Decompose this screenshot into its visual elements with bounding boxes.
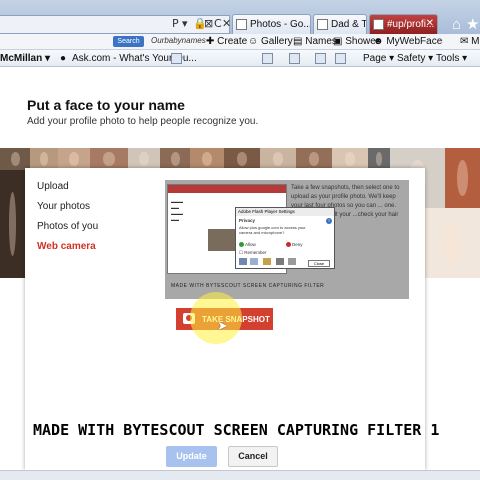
google-plus-favicon-icon [373,19,384,30]
mosaic-photo [58,148,90,170]
tools-menu[interactable]: Tools ▾ [436,53,467,64]
preview-sidebar: ▬▬▬ ▬▬ ▬▬▬ ▬▬ [171,199,183,222]
flash-settings-dialog: Adobe Flash Player Settings Privacy ? Al… [235,207,335,269]
search-dropdown-icon[interactable]: P [172,17,179,30]
mosaic-photo [160,148,190,170]
fav-label: Gallery [261,36,293,47]
allow-label: Allow [245,242,256,247]
command-bar: McMillan ▾ ● Ask.com - What's Your Qu...… [0,50,480,67]
page-favicon-icon [317,19,328,30]
address-bar[interactable]: P ▾ 🔒 ⊠ C ✕ [0,15,231,34]
page-menu[interactable]: Page ▾ [363,53,394,64]
mosaic-photo [0,170,25,278]
favorites-bar: Search Ourbabynames ✚ Create ☺ Gallery ▤… [0,34,480,50]
flash-title: Adobe Flash Player Settings [236,208,334,216]
deny-radio[interactable]: Deny [286,242,303,248]
remember-label: Remember [244,250,267,255]
privacy-icon[interactable] [250,258,258,265]
mosaic-photo [445,148,480,208]
fav-label: M [471,36,480,47]
watermark-text: MADE WITH BYTESCOUT SCREEN CAPTURING FIL… [33,421,440,439]
profile-dropdown[interactable]: McMillan ▾ [0,53,50,64]
mosaic-photo [128,148,160,170]
preview-watermark: MADE WITH BYTESCOUT SCREEN CAPTURING FIL… [171,283,325,289]
mosaic-photo [332,148,368,170]
mosaic-photo [368,148,390,170]
fav-names[interactable]: ▤ Names [293,36,337,47]
flash-close-button[interactable]: Close [308,260,330,267]
nav-upload[interactable]: Upload [37,181,69,192]
fav-m[interactable]: ✉ M [460,36,480,47]
search-button[interactable]: Search [113,36,144,47]
storage-icon[interactable] [263,258,271,265]
ask-favicon-icon: ● [60,53,67,64]
monitor-icon[interactable] [239,258,247,265]
feeds-icon[interactable] [289,53,300,64]
fav-mywebface[interactable]: ☻ MyWebFace [373,36,442,47]
page-title: Put a face to your name [27,97,185,113]
page-subtitle: Add your profile photo to help people re… [27,116,259,127]
close-tab-icon[interactable]: ✕ [426,18,434,29]
stop-icon[interactable]: ✕ [222,17,231,30]
microphone-icon[interactable] [276,258,284,265]
cursor-highlight [190,292,242,344]
allow-icon [239,242,244,248]
google-favicon-icon [236,19,247,30]
tab-dad-tere[interactable]: Dad & Tere... [313,14,367,34]
mosaic-photo [224,148,260,170]
mosaic-photo [190,148,224,170]
nav-photos-of-you[interactable]: Photos of you [37,221,98,232]
mosaic-photo [90,148,128,170]
safety-menu[interactable]: Safety ▾ [397,53,433,64]
tab-profile[interactable]: #up/profi... ✕ [369,14,438,34]
toolbar-logo: Ourbabynames [151,36,206,45]
mosaic-photo [0,148,30,170]
home-small-icon[interactable] [262,53,273,64]
remember-checkbox[interactable]: ☐ Remember [239,250,267,256]
deny-icon [286,242,291,248]
webcam-preview: ▬▬▬ ▬▬ ▬▬▬ ▬▬ Take a few snapshots, then se… [165,180,409,299]
cancel-button[interactable]: Cancel [228,446,278,467]
fav-create[interactable]: ✚ Create [206,36,247,47]
fav-label: MyWebFace [386,36,443,47]
mosaic-photo [425,208,480,278]
favorites-star-icon[interactable]: ★ [466,15,479,33]
tab-photos[interactable]: Photos - Go... [232,14,311,34]
fav-label: Create [217,36,248,47]
mail-icon[interactable] [315,53,326,64]
page-favicon-icon[interactable] [171,53,182,64]
compat-view-icon[interactable]: ⊠ [204,17,213,30]
allow-radio[interactable]: Allow [239,242,256,248]
tab-label: Photos - Go... [250,19,311,30]
help-icon[interactable]: ? [326,218,332,224]
deny-label: Deny [292,242,303,247]
mosaic-photo [260,148,296,170]
home-icon[interactable]: ⌂ [452,16,461,33]
preview-header [168,185,286,193]
status-bar [0,470,480,480]
flash-privacy: Privacy [239,218,256,223]
fav-gallery[interactable]: ☺ Gallery [248,36,293,47]
print-icon[interactable] [335,53,346,64]
nav-your-photos[interactable]: Your photos [37,201,90,212]
update-button[interactable]: Update [166,446,217,467]
mosaic-photo [296,148,332,170]
mouse-pointer-icon: ➤ [217,318,228,333]
flash-question: Allow plus.google.com to access your cam… [239,225,306,235]
refresh-icon[interactable]: C [214,17,222,30]
camera-icon[interactable] [288,258,296,265]
chevron-down-icon[interactable]: ▾ [182,17,188,30]
mosaic-photo [30,148,58,170]
tab-label: Dad & Tere... [331,19,367,30]
nav-web-camera[interactable]: Web camera [37,241,96,252]
